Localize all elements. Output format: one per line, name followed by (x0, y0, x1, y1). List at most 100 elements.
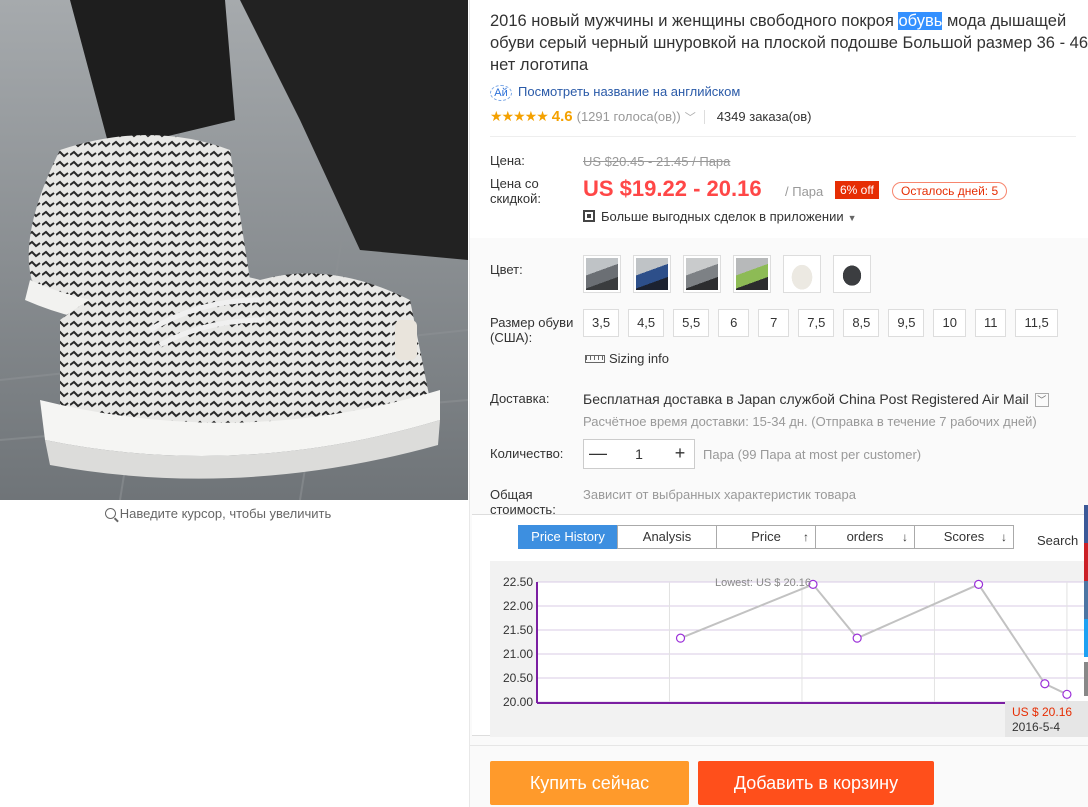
quantity-input[interactable]: 1 (612, 440, 666, 468)
title-text-start: 2016 новый мужчины и женщины свободного … (490, 12, 899, 30)
divider (703, 109, 705, 124)
size-option[interactable]: 8,5 (843, 309, 880, 337)
size-option[interactable]: 11 (974, 309, 1007, 337)
tab-price-sort[interactable]: Price ↑ (716, 525, 816, 549)
rating-row: ★★★★★ 4.6 (1291 голоса(ов)) ﹀ 4349 заказ… (490, 108, 811, 125)
product-photo[interactable] (0, 0, 468, 500)
discount-price: US $19.22 - 20.16 (583, 176, 762, 201)
size-option[interactable]: 9,5 (888, 309, 925, 337)
sizing-info-text[interactable]: Sizing info (609, 351, 669, 366)
arrow-down-icon: ↓ (1001, 530, 1007, 544)
size-option[interactable]: 7 (758, 309, 790, 337)
more-share-icon[interactable] (1084, 662, 1088, 696)
swatch-image (786, 258, 818, 290)
twitter-share-icon[interactable] (1084, 619, 1088, 657)
tab-label: Price History (531, 529, 605, 544)
magnifier-icon (104, 508, 116, 519)
size-option[interactable]: 11,5 (1015, 309, 1058, 337)
tab-orders-sort[interactable]: orders ↓ (815, 525, 915, 549)
product-gallery: Наведите курсор, чтобы увеличить (0, 0, 468, 807)
swatch-image (586, 258, 618, 290)
swatch-image (686, 258, 718, 290)
lowest-price-note: Lowest: US $ 20.16 (715, 577, 811, 589)
y-tick-label: 22.00 (503, 599, 533, 613)
tab-analysis[interactable]: Analysis (617, 525, 717, 549)
sizing-info-link[interactable]: Sizing info (585, 345, 669, 373)
y-tick-label: 20.00 (503, 695, 533, 709)
price-history-tabs: Price History Analysis Price ↑ orders ↓ Sc… (518, 525, 1014, 549)
divider (490, 136, 1076, 137)
size-option[interactable]: 10 (933, 309, 966, 337)
price-point[interactable] (1062, 689, 1072, 699)
tooltip-date: 2016-5-4 (1012, 720, 1060, 734)
color-swatch[interactable] (733, 255, 771, 293)
tab-scores-sort[interactable]: Scores ↓ (914, 525, 1014, 549)
votes-count[interactable]: (1291 голоса(ов)) (577, 109, 681, 124)
price-history-search[interactable]: Search (1037, 533, 1078, 548)
color-swatch[interactable] (633, 255, 671, 293)
tab-label: Analysis (642, 529, 692, 544)
app-deals-link[interactable]: Больше выгодных сделок в приложении ▼ (583, 209, 857, 224)
divider (470, 745, 1088, 746)
price-point[interactable] (852, 633, 862, 643)
color-swatches (583, 255, 871, 293)
price-label: Цена: (490, 153, 525, 168)
size-option[interactable]: 7,5 (798, 309, 835, 337)
swatch-image (636, 258, 668, 290)
size-options: 3,5 4,5 5,5 6 7 7,5 8,5 9,5 10 11 11,5 S… (583, 309, 1063, 373)
color-swatch[interactable] (583, 255, 621, 293)
shipping-estimate: Расчётное время доставки: 15-34 дн. (Отп… (583, 414, 1037, 429)
color-swatch[interactable] (783, 255, 821, 293)
shipping-label: Доставка: (490, 391, 550, 406)
size-option[interactable]: 5,5 (673, 309, 710, 337)
total-price-label: Общая стоимость: (490, 487, 556, 517)
quantity-decrease-button[interactable]: — (584, 440, 612, 468)
shipping-method-text[interactable]: Бесплатная доставка в Japan службой Chin… (583, 391, 1029, 407)
size-option[interactable]: 3,5 (583, 309, 620, 337)
translate-link[interactable]: Aй Посмотреть название на английском (490, 84, 740, 101)
tab-label: Price (751, 529, 781, 544)
tab-label: Scores (943, 529, 985, 544)
old-price: US $20.45 - 21.45 / Пара (583, 154, 731, 169)
y-tick-label: 20.50 (503, 671, 533, 685)
price-point[interactable] (974, 579, 984, 589)
vk-share-icon[interactable] (1084, 581, 1088, 619)
add-to-cart-button[interactable]: Добавить в корзину (698, 761, 934, 805)
size-option[interactable]: 6 (718, 309, 750, 337)
rating-value: 4.6 (551, 108, 573, 125)
sneaker-photo-illustration (0, 0, 468, 500)
star-rating-icon: ★★★★★ (490, 108, 549, 124)
zoom-hint: Наведите курсор, чтобы увеличить (0, 506, 436, 521)
chevron-down-icon[interactable]: ﹀ (1034, 393, 1049, 407)
price-point[interactable] (675, 633, 686, 643)
quantity-note: Пара (99 Пара at most per customer) (703, 447, 922, 462)
facebook-share-icon[interactable] (1084, 505, 1088, 543)
tab-price-history[interactable]: Price History (518, 525, 618, 549)
translate-link-text[interactable]: Посмотреть название на английском (518, 84, 740, 99)
translate-icon: Aй (490, 85, 512, 101)
quantity-increase-button[interactable]: + (666, 440, 694, 468)
product-info: 2016 новый мужчины и женщины свободного … (469, 0, 1088, 807)
swatch-image (836, 258, 868, 290)
discount-price-label: Цена со скидкой: (490, 176, 541, 206)
price-point[interactable] (1040, 679, 1050, 689)
discount-badge: 6% off (835, 181, 879, 199)
chevron-down-icon[interactable]: ﹀ (685, 109, 696, 125)
quantity-stepper: — 1 + (583, 439, 695, 469)
color-swatch[interactable] (683, 255, 721, 293)
product-title: 2016 новый мужчины и женщины свободного … (490, 10, 1088, 76)
y-tick-label: 22.50 (503, 575, 533, 589)
shipping-method[interactable]: Бесплатная доставка в Japan службой Chin… (583, 391, 1049, 407)
chart-plot-area (538, 582, 1088, 702)
app-deals-text[interactable]: Больше выгодных сделок в приложении (601, 209, 844, 224)
price-unit: / Пара (785, 184, 824, 199)
pinterest-share-icon[interactable] (1084, 543, 1088, 581)
size-option[interactable]: 4,5 (628, 309, 665, 337)
caret-down-icon[interactable]: ▼ (848, 213, 857, 223)
ruler-icon (585, 355, 605, 363)
buy-now-button[interactable]: Купить сейчас (490, 761, 689, 805)
color-swatch[interactable] (833, 255, 871, 293)
price-block: Цена: US $20.45 - 21.45 / Пара Цена со с… (470, 138, 1088, 238)
quantity-label: Количество: (490, 446, 564, 461)
total-price-note: Зависит от выбранных характеристик товар… (583, 487, 856, 502)
